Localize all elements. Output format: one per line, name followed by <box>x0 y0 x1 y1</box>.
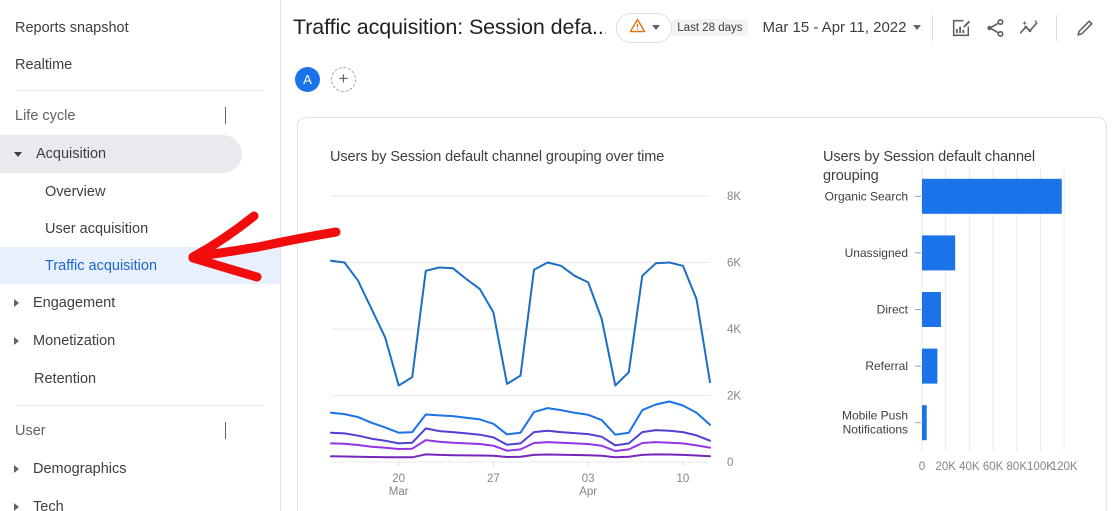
share-icon[interactable] <box>978 11 1012 45</box>
triangle-right-icon[interactable] <box>14 503 19 511</box>
report-warning-button[interactable] <box>616 12 673 43</box>
warning-triangle-icon <box>629 17 646 39</box>
insights-icon[interactable] <box>1012 11 1046 45</box>
bar[interactable] <box>922 178 1062 214</box>
sidebar-item-traffic-acquisition[interactable]: Traffic acquisition <box>0 247 280 284</box>
x-axis-tick-label: 40K <box>959 461 980 473</box>
x-axis-tick-label: 27 <box>487 473 500 485</box>
triangle-down-icon[interactable] <box>14 151 22 157</box>
x-axis-tick-label: 20K <box>935 461 956 473</box>
sidebar-group-label: Acquisition <box>36 146 107 162</box>
sidebar-item-retention[interactable]: Retention <box>0 360 242 398</box>
sidebar-group-tech[interactable]: Tech <box>0 488 242 511</box>
chevron-up-icon[interactable] <box>225 422 226 439</box>
bar-category-label: Mobile Push <box>842 409 908 423</box>
sidebar-section-life-cycle[interactable]: Life cycle <box>0 97 242 135</box>
triangle-right-icon[interactable] <box>14 299 19 307</box>
y-axis-tick-label: 2K <box>727 391 741 403</box>
triangle-right-icon[interactable] <box>14 465 19 473</box>
date-range-badge: Last 28 days <box>672 19 748 36</box>
x-axis-month-label: Apr <box>579 486 597 498</box>
x-axis-tick-label: 120K <box>1051 461 1078 473</box>
bar-chart-panel: Users by Session default channel groupin… <box>804 118 1106 511</box>
page-title: Traffic acquisition: Session defa... <box>293 15 607 39</box>
line-series-organic-search <box>330 259 711 387</box>
bar-chart[interactable]: 0 20K 40K 60K 80K 100K120KOrganic SearchUnass… <box>804 118 1104 511</box>
report-header-toolbar: Traffic acquisition: Session defa... Las… <box>281 0 1116 55</box>
sidebar-section-user[interactable]: User <box>0 412 242 450</box>
x-axis-tick-label: 20 <box>392 473 405 485</box>
x-axis-tick-label: 80K <box>1007 461 1028 473</box>
report-main-area: Traffic acquisition: Session defa... Las… <box>281 0 1116 511</box>
sidebar-item-label: User acquisition <box>45 220 149 237</box>
x-axis-tick-label: 03 <box>582 473 595 485</box>
bar-category-label: Direct <box>877 303 909 317</box>
bar[interactable] <box>922 348 938 384</box>
sidebar-item-label: Traffic acquisition <box>45 257 158 274</box>
sidebar-section-label: Life cycle <box>15 108 76 124</box>
sidebar-divider-2 <box>16 405 264 406</box>
plus-icon[interactable]: + <box>331 66 356 92</box>
sidebar-group-label: Tech <box>33 499 64 511</box>
sidebar-group-label: Engagement <box>33 295 116 311</box>
sidebar-item-label: Retention <box>34 371 97 387</box>
caret-down-icon[interactable] <box>913 25 922 30</box>
x-axis-tick-label: 0 <box>919 461 925 473</box>
comparison-chip-row: A + <box>281 55 1116 103</box>
y-axis-tick-label: 0 <box>727 457 733 469</box>
customize-report-icon[interactable] <box>944 11 978 45</box>
left-navigation-sidebar: Reports snapshot Realtime Life cycle Acq… <box>0 0 281 511</box>
edit-pencil-icon[interactable] <box>1068 11 1102 45</box>
audience-chip[interactable]: A <box>295 66 320 92</box>
report-charts-card: Users by Session default channel groupin… <box>297 117 1107 511</box>
sidebar-item-user-acquisition[interactable]: User acquisition <box>0 210 280 247</box>
sidebar-group-monetization[interactable]: Monetization <box>0 322 242 360</box>
triangle-right-icon[interactable] <box>14 337 19 345</box>
line-series-mobile-push-notifications <box>330 453 711 459</box>
date-range-text: Mar 15 - Apr 11, 2022 <box>762 19 907 36</box>
chevron-up-icon[interactable] <box>225 107 226 124</box>
sidebar-divider-1 <box>16 90 264 91</box>
line-chart[interactable]: 0 2K 4K 6K 8K 20Mar 27 03Apr 10 <box>298 118 804 511</box>
sidebar-group-engagement[interactable]: Engagement <box>0 284 242 322</box>
sidebar-item-label: Reports snapshot <box>15 19 129 36</box>
bar-category-label: Unassigned <box>845 246 908 260</box>
bar-category-label: Notifications <box>843 423 908 437</box>
sidebar-group-label: Monetization <box>33 333 116 349</box>
date-range-selector[interactable]: Last 28 days Mar 15 - Apr 11, 2022 <box>672 19 922 36</box>
y-axis-tick-label: 8K <box>727 191 741 203</box>
sidebar-group-label: Demographics <box>33 461 127 477</box>
sidebar-item-reports-snapshot[interactable]: Reports snapshot <box>0 9 280 46</box>
bar-category-label: Referral <box>865 359 908 373</box>
analytics-report-page: Reports snapshot Realtime Life cycle Acq… <box>0 0 1116 511</box>
bar[interactable] <box>922 405 927 441</box>
y-axis-tick-label: 6K <box>727 258 741 270</box>
bar-category-label: Organic Search <box>825 189 908 203</box>
line-chart-panel: Users by Session default channel groupin… <box>298 118 804 511</box>
x-axis-tick-label: 60K <box>983 461 1004 473</box>
sidebar-group-demographics[interactable]: Demographics <box>0 450 242 488</box>
sidebar-item-overview[interactable]: Overview <box>0 173 280 210</box>
sidebar-item-realtime[interactable]: Realtime <box>0 46 280 83</box>
bar[interactable] <box>922 292 941 327</box>
sidebar-item-label: Overview <box>45 183 106 200</box>
sidebar-section-label: User <box>15 423 46 439</box>
y-axis-tick-label: 4K <box>727 324 741 336</box>
sidebar-item-label: Realtime <box>15 56 73 73</box>
caret-down-icon[interactable] <box>651 25 660 30</box>
x-axis-month-label: Mar <box>389 486 409 498</box>
toolbar-divider-2 <box>1056 14 1058 41</box>
toolbar-divider-1 <box>932 14 934 41</box>
sidebar-group-acquisition[interactable]: Acquisition <box>0 135 242 173</box>
bar[interactable] <box>922 235 956 271</box>
x-axis-tick-label: 10 <box>677 473 690 485</box>
